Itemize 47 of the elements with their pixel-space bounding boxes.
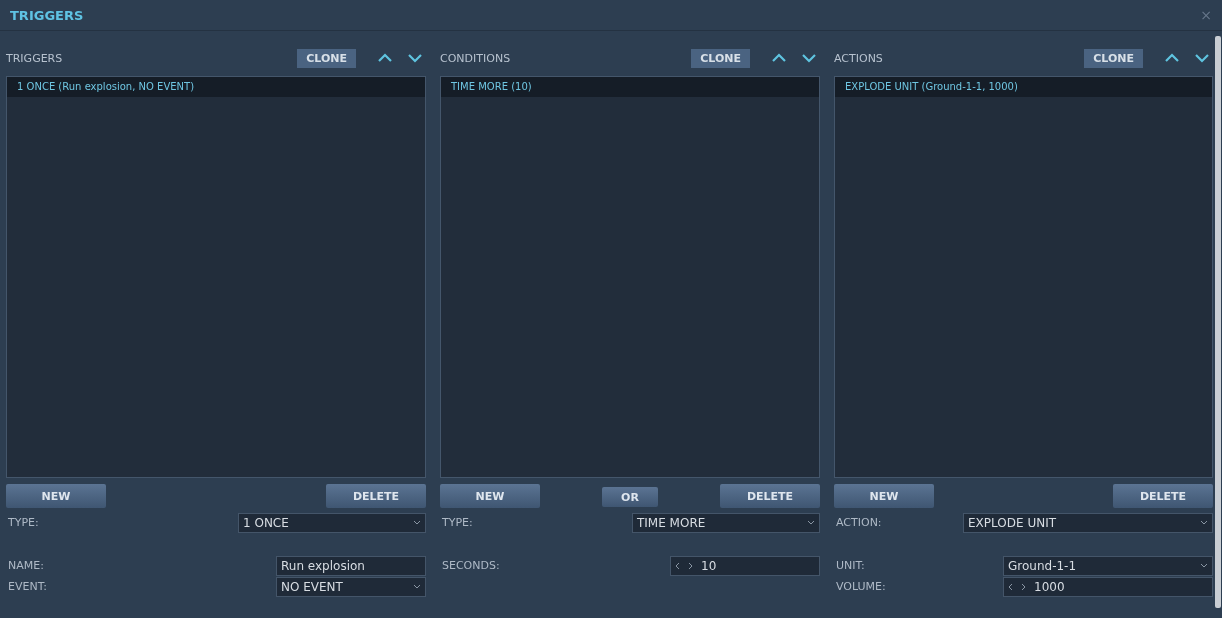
panel-title: TRIGGERS: [6, 51, 64, 65]
scrollbar[interactable]: [1215, 36, 1221, 608]
down-chevron-icon[interactable]: [1195, 53, 1209, 63]
field-label: ACTION:: [835, 516, 882, 529]
list-item[interactable]: 1 ONCE (Run explosion, NO EVENT): [7, 77, 425, 97]
action-button[interactable]: NEW: [834, 484, 934, 508]
caret-icon: [413, 584, 421, 589]
action-button[interactable]: OR: [602, 487, 658, 507]
clone-button[interactable]: CLONE: [1084, 48, 1143, 68]
clone-button[interactable]: CLONE: [297, 48, 356, 68]
caret-icon: [807, 520, 815, 525]
field-label: VOLUME:: [835, 580, 886, 593]
list-item[interactable]: TIME MORE (10): [441, 77, 819, 97]
dropdown[interactable]: Ground-1-1: [1003, 555, 1213, 576]
up-chevron-icon[interactable]: [772, 53, 786, 63]
text-field[interactable]: Run explosion: [276, 555, 426, 576]
stepper-arrows-icon[interactable]: [675, 561, 693, 570]
window-title: TRIGGERS: [10, 7, 85, 23]
dropdown[interactable]: 1 ONCE: [238, 512, 426, 533]
dropdown[interactable]: NO EVENT: [276, 576, 426, 597]
field-label: EVENT:: [7, 580, 47, 593]
number-field[interactable]: 10: [670, 555, 820, 576]
caret-icon: [1200, 563, 1208, 568]
caret-icon: [413, 520, 421, 525]
panel-title: ACTIONS: [834, 51, 884, 65]
action-button[interactable]: NEW: [440, 484, 540, 508]
down-chevron-icon[interactable]: [408, 53, 422, 63]
action-button[interactable]: NEW: [6, 484, 106, 508]
field-label: TYPE:: [441, 516, 473, 529]
dropdown[interactable]: TIME MORE: [632, 512, 820, 533]
up-chevron-icon[interactable]: [378, 53, 392, 63]
dropdown[interactable]: EXPLODE UNIT: [963, 512, 1213, 533]
panel-title: CONDITIONS: [440, 51, 512, 65]
field-label: TYPE:: [7, 516, 39, 529]
number-field[interactable]: 1000: [1003, 576, 1213, 597]
field-label: UNIT:: [835, 559, 865, 572]
clone-button[interactable]: CLONE: [691, 48, 750, 68]
action-button[interactable]: DELETE: [326, 484, 426, 508]
caret-icon: [1200, 520, 1208, 525]
action-button[interactable]: DELETE: [720, 484, 820, 508]
list-item[interactable]: EXPLODE UNIT (Ground-1-1, 1000): [835, 77, 1212, 97]
action-button[interactable]: DELETE: [1113, 484, 1213, 508]
field-label: NAME:: [7, 559, 44, 572]
field-label: SECONDS:: [441, 559, 500, 572]
up-chevron-icon[interactable]: [1165, 53, 1179, 63]
stepper-arrows-icon[interactable]: [1008, 582, 1026, 591]
down-chevron-icon[interactable]: [802, 53, 816, 63]
